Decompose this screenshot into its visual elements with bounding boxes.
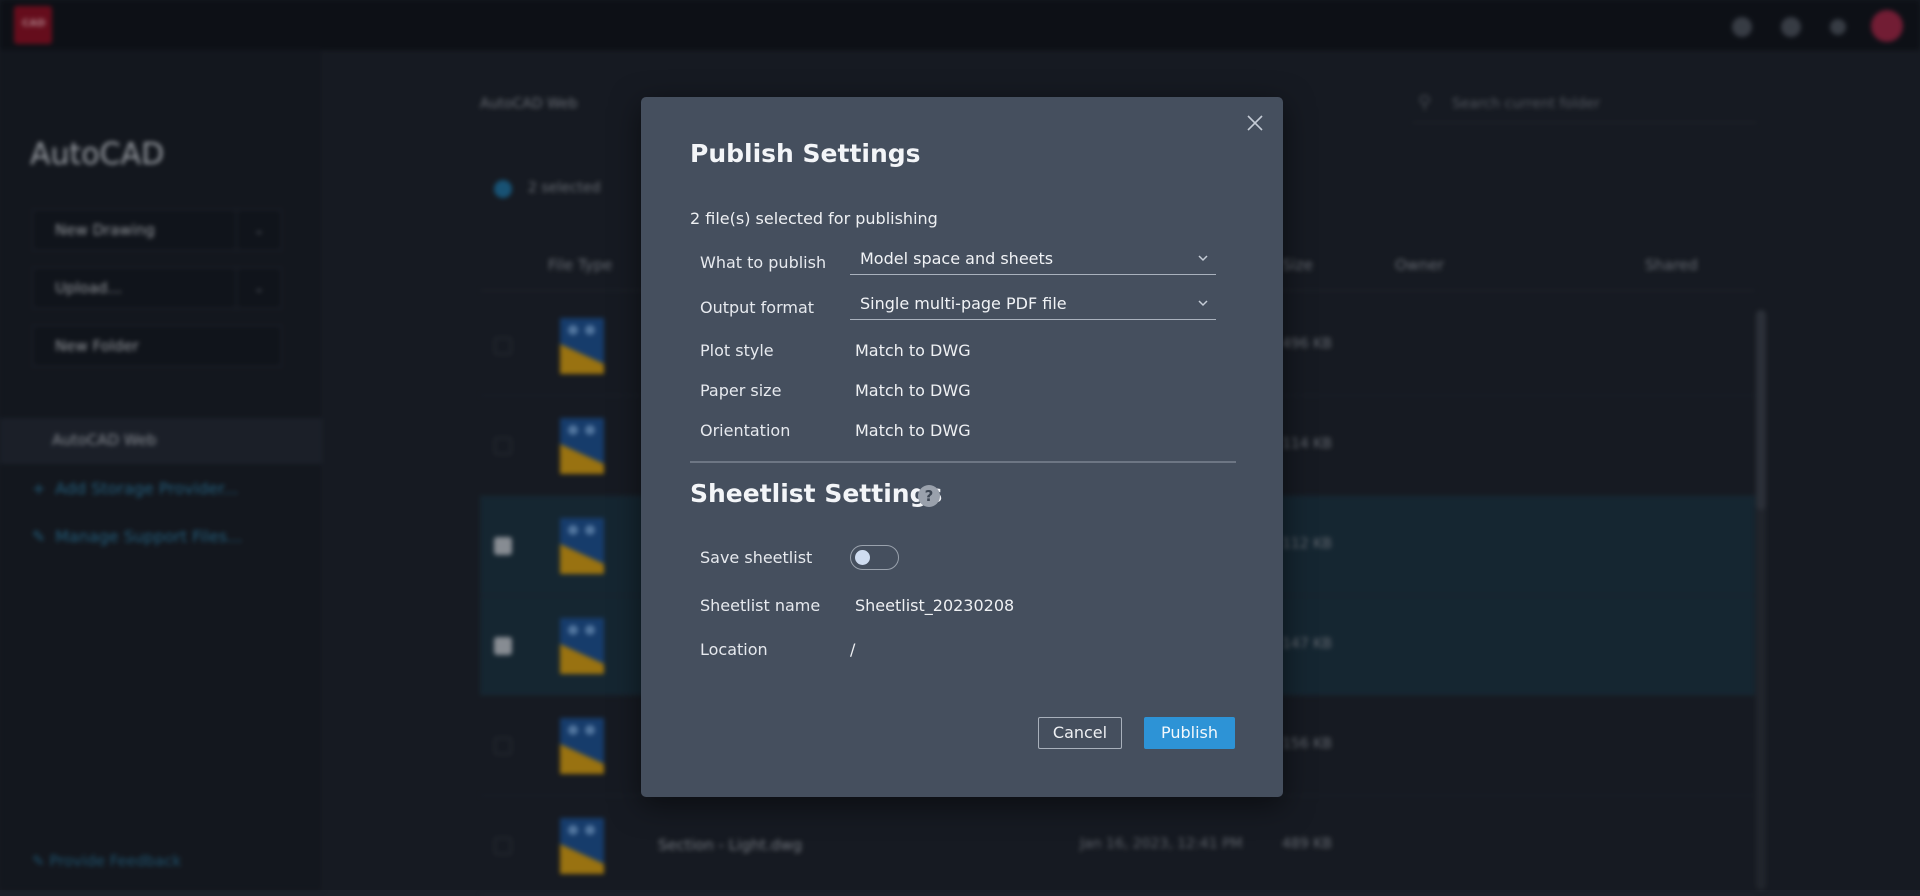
plot-style-value: Match to DWG (855, 341, 971, 360)
files-selected-text: 2 file(s) selected for publishing (690, 209, 938, 228)
what-to-publish-value: Model space and sheets (860, 249, 1054, 268)
section-divider (690, 461, 1236, 463)
sheetlist-name-value[interactable]: Sheetlist_20230208 (855, 596, 1014, 615)
help-icon[interactable]: ? (918, 485, 940, 507)
location-value[interactable]: / (850, 640, 855, 659)
paper-size-label: Paper size (700, 381, 782, 400)
save-sheetlist-label: Save sheetlist (700, 548, 813, 567)
close-button[interactable] (1243, 111, 1267, 135)
orientation-value: Match to DWG (855, 421, 971, 440)
cancel-button[interactable]: Cancel (1038, 717, 1122, 749)
output-format-value: Single multi-page PDF file (860, 294, 1067, 313)
save-sheetlist-toggle[interactable] (850, 545, 899, 570)
what-to-publish-label: What to publish (700, 253, 827, 272)
location-label: Location (700, 640, 768, 659)
chevron-down-icon (1198, 300, 1208, 307)
sheetlist-settings-title: Sheetlist Settings (690, 479, 943, 508)
sheetlist-name-label: Sheetlist name (700, 596, 821, 615)
dialog-title: Publish Settings (690, 139, 921, 168)
paper-size-value: Match to DWG (855, 381, 971, 400)
orientation-label: Orientation (700, 421, 791, 440)
plot-style-label: Plot style (700, 341, 774, 360)
toggle-knob (855, 549, 870, 565)
output-format-select[interactable]: Single multi-page PDF file (850, 288, 1216, 320)
close-icon (1247, 115, 1263, 131)
chevron-down-icon (1198, 255, 1208, 262)
output-format-label: Output format (700, 298, 815, 317)
publish-settings-dialog: Publish Settings 2 file(s) selected for … (641, 97, 1283, 797)
what-to-publish-select[interactable]: Model space and sheets (850, 243, 1216, 275)
publish-button[interactable]: Publish (1144, 717, 1235, 749)
